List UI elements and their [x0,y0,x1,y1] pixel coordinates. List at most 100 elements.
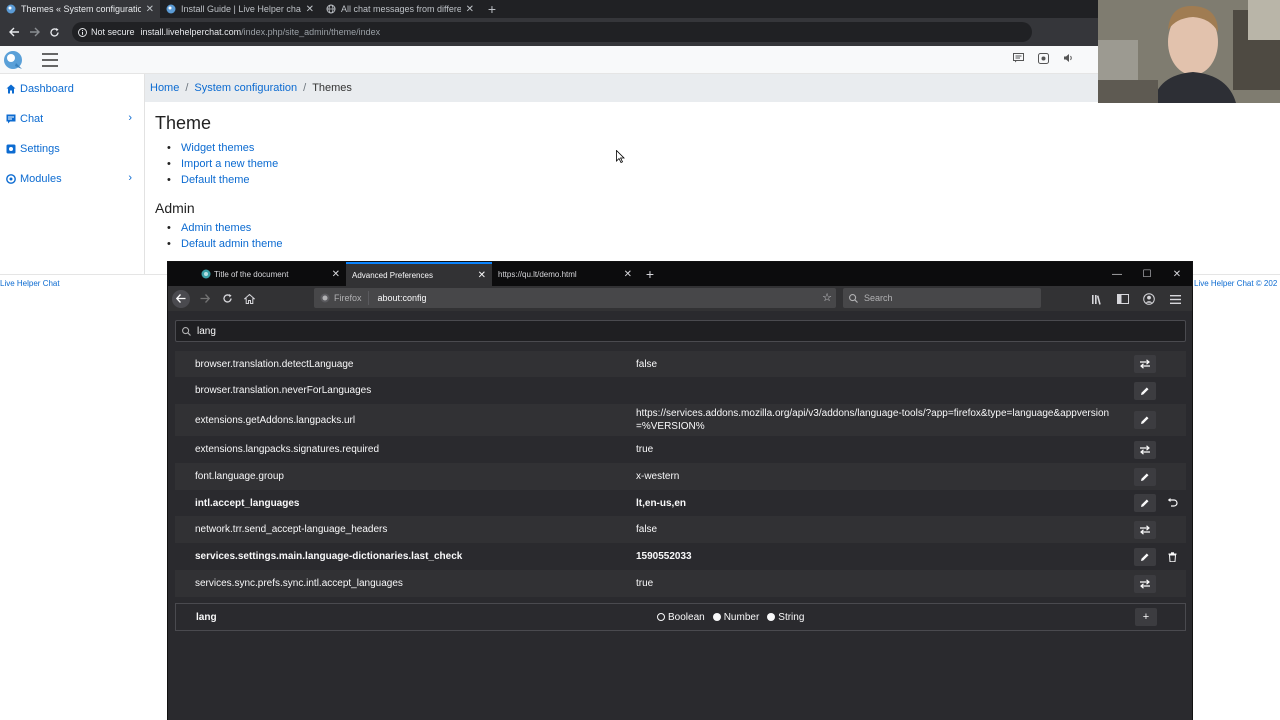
toggle-pref-button[interactable] [1134,441,1156,459]
footer-link-right[interactable]: Live Helper Chat © 202 [1194,279,1277,288]
breadcrumb-separator: / [185,82,189,94]
pref-search-input[interactable]: lang [175,320,1186,342]
footer-link-left[interactable]: Live Helper Chat [0,279,60,288]
pref-name: intl.accept_languages [195,497,300,509]
back-arrow-icon[interactable] [172,289,190,308]
edit-pref-button[interactable] [1134,411,1156,429]
address-bar[interactable]: Not secure install.livehelperchat.com/in… [72,22,1032,42]
pencil-icon [1140,472,1150,482]
edit-pref-button[interactable] [1134,494,1156,512]
close-tab-icon[interactable]: ✕ [466,4,474,15]
pref-name: extensions.langpacks.signatures.required [195,444,379,455]
pencil-icon [1140,498,1150,508]
pref-row[interactable]: services.settings.main.language-dictiona… [175,543,1186,570]
pref-value: 1590552033 [636,551,692,562]
close-window-icon[interactable]: ✕ [1162,262,1192,286]
maximize-icon[interactable]: ☐ [1132,262,1162,286]
home-icon [6,84,16,94]
hamburger-menu-icon[interactable] [1164,288,1186,310]
reload-icon[interactable] [46,24,62,40]
link-admin-themes[interactable]: Admin themes [167,222,283,238]
new-tab-button[interactable]: + [638,262,662,286]
type-radio-string[interactable]: String [767,612,804,623]
pref-value: https://services.addons.mozilla.org/api/… [636,408,1110,432]
edit-pref-button[interactable] [1134,548,1156,566]
trash-icon [1168,552,1177,562]
ff-tab-title-of-document[interactable]: Title of the document ✕ [168,262,346,286]
library-icon[interactable] [1086,288,1108,310]
breadcrumb-system-configuration[interactable]: System configuration [194,82,297,94]
pref-value: false [636,524,658,535]
edit-pref-button[interactable] [1134,382,1156,400]
firefox-search-box[interactable]: Search [843,288,1041,308]
pref-row[interactable]: browser.translation.detectLanguage false [175,351,1186,377]
link-default-theme[interactable]: Default theme [167,174,283,190]
chrome-tab-all-chat-messages[interactable]: All chat messages from different ✕ [320,0,480,18]
reload-icon[interactable] [216,288,238,310]
toggle-pref-button[interactable] [1134,521,1156,539]
link-widget-themes[interactable]: Widget themes [167,142,283,158]
ff-tab-demo[interactable]: https://qu.lt/demo.html ✕ [492,262,638,286]
globe-icon [201,269,211,279]
chrome-tab-title: Themes « System configuration - [21,4,141,14]
not-secure-indicator[interactable]: Not secure [78,27,135,37]
pref-row[interactable]: network.trr.send_accept-language_headers… [175,516,1186,543]
pref-row[interactable]: extensions.getAddons.langpacks.url https:… [175,404,1186,436]
pref-row[interactable]: extensions.langpacks.signatures.required… [175,436,1186,463]
radio-icon [712,613,721,621]
firefox-tab-strip: Title of the document ✕ Advanced Prefere… [168,262,1192,286]
type-radio-number[interactable]: Number [712,612,759,623]
firefox-window: Title of the document ✕ Advanced Prefere… [167,261,1193,720]
sidebar-item-dashboard[interactable]: Dashboard [0,74,144,104]
close-tab-icon[interactable]: ✕ [478,270,486,281]
pref-row[interactable]: services.sync.prefs.sync.intl.accept_lan… [175,570,1186,597]
breadcrumb-home[interactable]: Home [150,82,179,94]
pref-row[interactable]: font.language.group x-western [175,463,1186,490]
sidebar-toggle-icon[interactable] [1112,288,1134,310]
bookmark-star-icon[interactable]: ☆ [822,291,832,304]
radio-selected-icon [657,613,665,621]
pref-name: services.settings.main.language-dictiona… [195,551,463,562]
type-radio-boolean[interactable]: Boolean [657,612,705,623]
lhc-logo-icon[interactable] [2,49,24,71]
sidebar-item-settings[interactable]: Settings [0,134,144,164]
firefox-address-bar[interactable]: Firefox about:config ☆ [314,288,836,308]
sidebar-item-label: Modules [20,173,62,185]
close-tab-icon[interactable]: ✕ [146,4,154,15]
close-tab-icon[interactable]: ✕ [624,269,632,280]
minimize-icon[interactable]: — [1102,262,1132,286]
chrome-tab-install-guide[interactable]: Install Guide | Live Helper chat ✕ [160,0,320,18]
new-pref-row: lang Boolean Number String + [175,603,1186,631]
lhc-header [0,46,1098,74]
edit-pref-button[interactable] [1134,468,1156,486]
chat-notification-icon[interactable] [1013,53,1024,64]
pref-row[interactable]: browser.translation.neverForLanguages [175,377,1186,404]
chrome-tab-themes[interactable]: Themes « System configuration - ✕ [0,0,160,18]
pref-value: true [636,578,654,589]
close-tab-icon[interactable]: ✕ [306,4,314,15]
back-arrow-icon[interactable] [6,24,22,40]
add-pref-button[interactable]: + [1135,608,1157,626]
link-import-theme[interactable]: Import a new theme [167,158,283,174]
toggle-pref-button[interactable] [1134,575,1156,593]
account-icon[interactable] [1138,288,1160,310]
firefox-toolbar: Firefox about:config ☆ Search [168,286,1192,311]
new-tab-button[interactable]: + [480,0,504,18]
link-default-admin-theme[interactable]: Default admin theme [167,238,283,254]
widget-toggle-icon[interactable] [1038,53,1049,64]
menu-toggle-icon[interactable] [42,52,58,67]
ff-tab-advanced-preferences[interactable]: Advanced Preferences ✕ [346,262,492,286]
forward-arrow-icon[interactable] [194,288,216,310]
sidebar-item-chat[interactable]: Chat › [0,104,144,134]
sound-icon[interactable] [1063,53,1074,64]
reset-pref-button[interactable] [1163,494,1181,512]
pref-row[interactable]: intl.accept_languages lt,en-us,en [175,490,1186,516]
toggle-pref-button[interactable] [1134,355,1156,373]
identity-box[interactable]: Firefox [314,291,369,305]
delete-pref-button[interactable] [1163,548,1181,566]
close-tab-icon[interactable]: ✕ [332,269,340,280]
sidebar-item-modules[interactable]: Modules › [0,164,144,194]
forward-arrow-icon[interactable] [26,24,42,40]
theme-links-list: Widget themes Import a new theme Default… [167,142,283,190]
home-icon[interactable] [238,288,260,310]
